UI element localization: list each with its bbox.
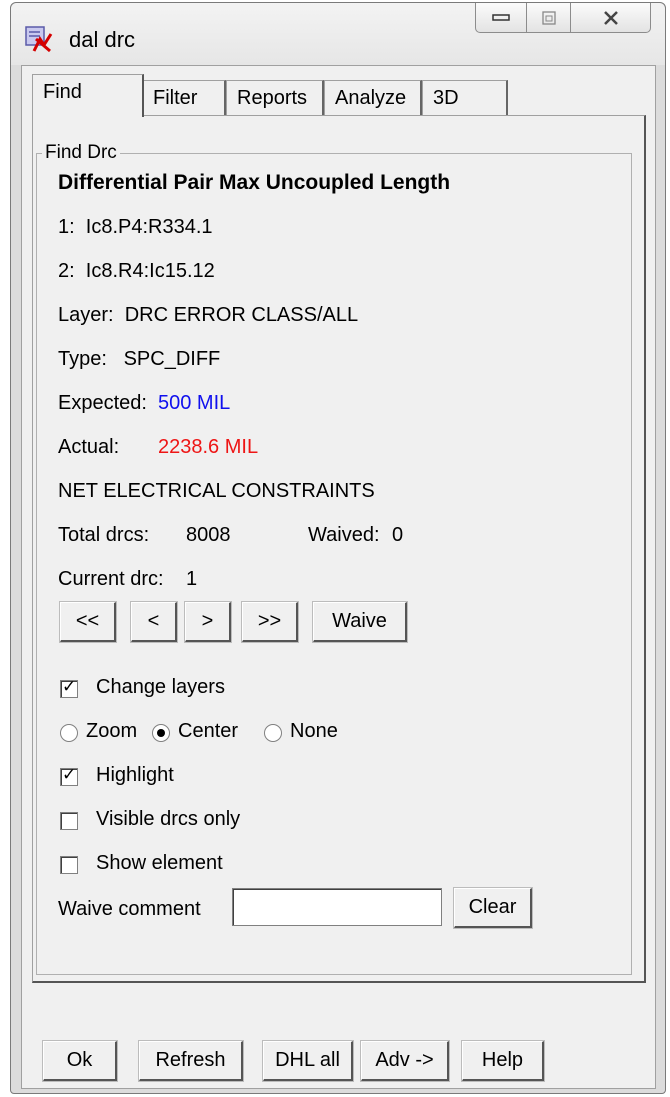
highlight-label: Highlight — [96, 764, 174, 786]
change-layers-label: Change layers — [96, 676, 225, 698]
last-drc-button[interactable]: >> — [241, 601, 299, 643]
drc-item-2: 2: Ic8.R4:Ic15.12 — [58, 260, 215, 282]
show-element-checkbox[interactable] — [60, 856, 78, 874]
window-title: dal drc — [69, 27, 136, 52]
tab-analyze-label: Analyze — [335, 87, 407, 109]
minimize-icon — [492, 13, 510, 21]
zoom-radio[interactable] — [60, 724, 78, 742]
close-button[interactable] — [571, 3, 651, 33]
waive-comment-label: Waive comment — [58, 898, 201, 920]
clear-button[interactable]: Clear — [453, 887, 533, 929]
zoom-radio-label: Zoom — [86, 720, 138, 742]
current-drc-value: 1 — [186, 568, 198, 590]
tab-find[interactable]: Find — [32, 74, 144, 117]
prev-drc-button[interactable]: < — [130, 601, 178, 643]
current-drc-label: Current drc: — [58, 568, 164, 590]
advanced-button[interactable]: Adv -> — [360, 1040, 450, 1082]
maximize-button[interactable] — [527, 3, 571, 33]
total-drcs-value: 8008 — [186, 524, 231, 546]
expected-value: 500 MIL — [158, 392, 231, 414]
tab-filter[interactable]: Filter — [142, 80, 226, 116]
maximize-icon — [541, 10, 556, 25]
center-radio-label: Center — [178, 720, 239, 742]
refresh-button[interactable]: Refresh — [138, 1040, 244, 1082]
constraint-class: NET ELECTRICAL CONSTRAINTS — [58, 480, 375, 502]
visible-drcs-only-label: Visible drcs only — [96, 808, 241, 830]
dialog-client-area: Find Filter Reports Analyze 3D Find Drc … — [21, 65, 656, 1089]
none-radio[interactable] — [264, 724, 282, 742]
drc-item-1: 1: Ic8.P4:R334.1 — [58, 216, 213, 238]
ok-button[interactable]: Ok — [42, 1040, 118, 1082]
tab-3d-label: 3D — [433, 87, 459, 109]
total-drcs-label: Total drcs: — [58, 524, 150, 546]
center-radio[interactable] — [152, 724, 170, 742]
visible-drcs-only-checkbox[interactable] — [60, 812, 78, 830]
tab-reports-label: Reports — [237, 87, 308, 109]
radio-selected-dot — [157, 729, 165, 737]
tab-filter-label: Filter — [153, 87, 198, 109]
next-drc-button[interactable]: > — [184, 601, 232, 643]
help-button[interactable]: Help — [461, 1040, 545, 1082]
waive-button[interactable]: Waive — [312, 601, 408, 643]
dhl-all-button[interactable]: DHL all — [262, 1040, 354, 1082]
drc-heading: Differential Pair Max Uncoupled Length — [58, 171, 451, 194]
actual-value: 2238.6 MIL — [158, 436, 259, 458]
drc-app-icon — [25, 26, 53, 53]
tab-analyze[interactable]: Analyze — [324, 80, 422, 116]
drc-layer: Layer: DRC ERROR CLASS/ALL — [58, 304, 359, 326]
drc-window: dal drc Find Filter Reports Analyze 3D F… — [10, 2, 666, 1094]
close-icon — [603, 10, 618, 25]
find-drc-group-label: Find Drc — [42, 142, 120, 164]
checkmark-icon: ✓ — [62, 765, 77, 784]
checkmark-icon: ✓ — [62, 677, 77, 696]
minimize-button[interactable] — [475, 3, 527, 33]
show-element-label: Show element — [96, 852, 223, 874]
change-layers-checkbox[interactable]: ✓ — [60, 677, 78, 698]
waived-value: 0 — [392, 524, 404, 546]
waived-label: Waived: — [308, 524, 380, 546]
waive-comment-input[interactable] — [232, 888, 442, 926]
tab-reports[interactable]: Reports — [226, 80, 324, 116]
title-bar[interactable]: dal drc — [11, 3, 665, 65]
expected-label: Expected: — [58, 392, 147, 414]
none-radio-label: None — [290, 720, 338, 742]
tab-find-label: Find — [43, 81, 82, 103]
actual-label: Actual: — [58, 436, 120, 458]
tab-3d[interactable]: 3D — [422, 80, 508, 116]
drc-type: Type: SPC_DIFF — [58, 348, 221, 370]
highlight-checkbox[interactable]: ✓ — [60, 765, 78, 786]
first-drc-button[interactable]: << — [59, 601, 117, 643]
